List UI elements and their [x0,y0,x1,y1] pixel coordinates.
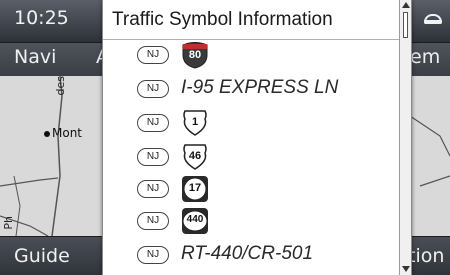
list-item[interactable]: NJ 440 [137,206,397,236]
road-name: I-95 EXPRESS LN [181,77,339,98]
city-marker [44,131,50,137]
road-name: RT-440/CR-501 [181,243,314,264]
scroll-down-arrow-icon[interactable] [402,266,410,272]
state-badge: NJ [137,46,169,64]
state-badge: NJ [137,212,169,230]
state-badge: NJ [137,148,169,166]
state-badge: NJ [137,80,169,98]
list-item[interactable]: NJ I-95 EXPRESS LN [137,74,397,104]
city-label: Mont [52,126,83,140]
scroll-thumb[interactable] [403,12,408,38]
scrollbar[interactable] [399,0,411,275]
road-label-2: Ph [2,216,15,230]
menu-system[interactable]: em [410,46,440,68]
list-item[interactable]: NJ 1 [137,108,397,138]
list-item[interactable]: NJ 46 [137,142,397,172]
options-button[interactable]: tion [408,245,444,267]
guide-button[interactable]: Guide [14,245,70,267]
panel-header: Traffic Symbol Information [103,0,401,40]
shield-number: 1 [191,116,199,128]
state-badge: NJ [137,180,169,198]
panel-title: Traffic Symbol Information [112,9,333,30]
list-item[interactable]: NJ 17 [137,174,397,204]
menu-navi[interactable]: Navi [14,46,56,68]
shield-number: 440 [186,214,204,225]
shield-number: 80 [188,49,202,61]
road-label: des [54,76,67,96]
list-item[interactable]: NJ RT-440/CR-501 [137,240,397,270]
state-badge: NJ [137,246,169,264]
list-item[interactable]: NJ 80 [137,40,397,70]
clock: 10:25 [14,7,69,29]
scroll-up-arrow-icon[interactable] [402,2,410,8]
phone-icon [424,14,442,24]
traffic-symbol-panel: Traffic Symbol Information NJ 80 NJ I-95… [102,0,412,275]
state-badge: NJ [137,114,169,132]
